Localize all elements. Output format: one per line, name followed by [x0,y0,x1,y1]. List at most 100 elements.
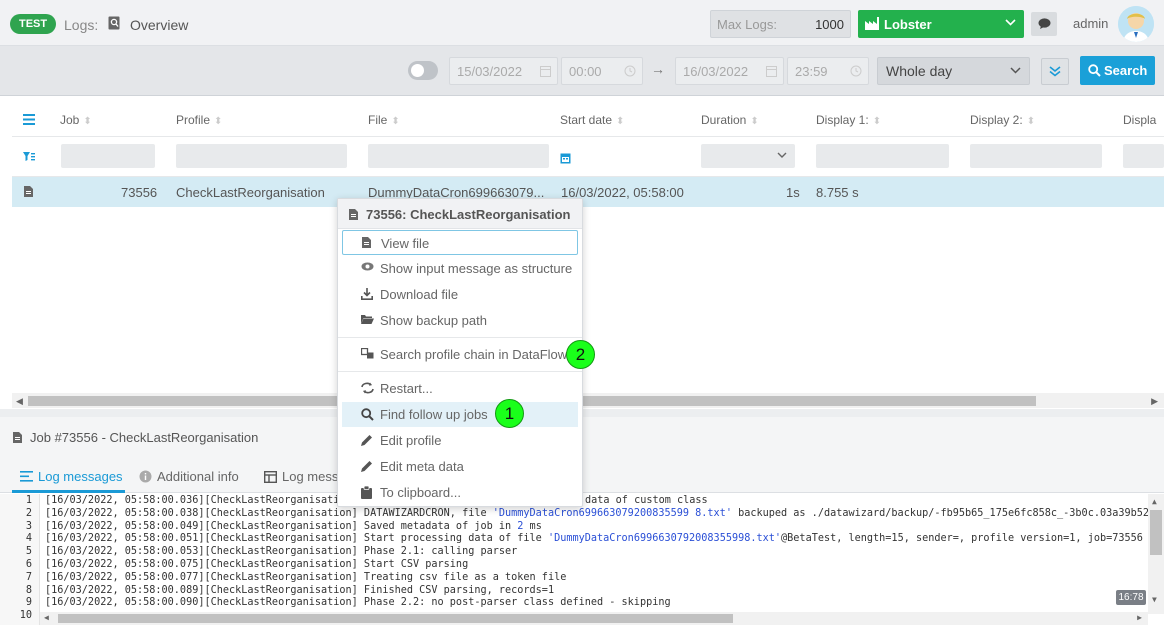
column-header-start-date[interactable]: Start date ⬍ [560,103,624,137]
menu-item-restart[interactable]: Restart... [342,376,578,401]
menu-item-find-follow-up-jobs[interactable]: Find follow up jobs [342,402,578,427]
column-label: Display 1: [816,113,869,127]
sort-icon: ⬍ [616,116,625,127]
search-document-icon [108,16,121,30]
menu-item-edit-meta-data[interactable]: Edit meta data [342,454,578,479]
table-horizontal-scrollbar[interactable]: ◀ ▶ [12,393,1164,408]
expand-filters-button[interactable] [1041,58,1069,85]
from-date-input[interactable]: 15/03/2022 [449,57,558,85]
menu-item-to-clipboard[interactable]: To clipboard... [342,480,578,505]
scroll-down-arrow-icon[interactable]: ▼ [1152,595,1157,604]
user-avatar[interactable] [1118,6,1154,42]
filter-display-3-input[interactable] [1123,144,1164,168]
calendar-icon[interactable] [560,152,571,164]
tab-log-messages[interactable]: Log messages [20,469,123,484]
download-icon [361,288,375,301]
scrollbar-thumb[interactable] [1150,510,1162,555]
column-header-display-2[interactable]: Display 2: ⬍ [970,103,1035,137]
top-header: TEST Logs: Overview Max Logs: 1000 Lobst… [0,0,1164,46]
tab-label: Log messages [38,469,123,484]
sort-icon: ⬍ [214,116,223,127]
filter-profile-input[interactable] [176,144,347,168]
column-header-display-1[interactable]: Display 1: ⬍ [816,103,881,137]
log-line: [16/03/2022, 05:58:00.038][CheckLastReor… [45,508,1149,519]
scroll-right-arrow-icon[interactable]: ▶ [1137,613,1142,622]
user-name[interactable]: admin [1073,16,1108,31]
pencil-icon [361,460,375,473]
menu-item-view-file[interactable]: View file [342,230,578,255]
column-header-file[interactable]: File ⬍ [368,103,400,137]
range-select[interactable]: Whole day [877,57,1030,85]
arrow-right-icon: → [651,61,665,77]
log-line-text: [16/03/2022, 05:58:00.036][CheckLastReor… [45,495,346,506]
calendar-icon [766,65,777,77]
log-horizontal-scrollbar[interactable]: ◀ ▶ [40,612,1148,625]
scroll-up-arrow-icon[interactable]: ▲ [1152,497,1157,506]
max-logs-value[interactable]: 1000 [815,17,844,32]
table-row[interactable]: 73556 CheckLastReorganisation DummyDataC… [12,177,1164,207]
scrollbar-thumb[interactable] [58,614,733,623]
menu-item-download-file[interactable]: Download file [342,282,578,307]
chevron-down-icon [1010,67,1021,74]
breadcrumb-logs[interactable]: Logs: [64,17,98,33]
search-button[interactable]: Search [1080,56,1155,85]
column-label: Displa [1123,113,1157,127]
menu-item-search-profile-chain[interactable]: Search profile chain in DataFlow [342,342,578,367]
tab-label: Additional info [157,469,239,484]
pencil-icon [361,434,375,447]
line-number: 5 [25,546,32,558]
column-header-display-3[interactable]: Displa [1123,103,1156,137]
menu-item-label: To clipboard... [380,485,461,500]
step-marker-2: 2 [566,340,595,369]
sort-icon: ⬍ [750,116,759,127]
chain-icon [361,348,375,361]
tab-additional-info[interactable]: Additional info [139,469,239,484]
from-time-input[interactable]: 00:00 [561,57,643,85]
cell-display-1: 8.755 s [816,185,859,200]
column-header-profile[interactable]: Profile ⬍ [176,103,222,137]
menu-item-label: Download file [380,287,459,302]
filter-display-1-input[interactable] [816,144,949,168]
to-date-input[interactable]: 16/03/2022 [675,57,784,85]
line-number: 10 [19,610,32,622]
log-line-tail: data of custom class [585,495,708,506]
scroll-left-arrow-icon[interactable]: ◀ [44,613,49,622]
list-icon [20,471,33,482]
scroll-left-arrow-icon[interactable]: ◀ [16,396,23,407]
menu-item-label: Show backup path [380,313,487,328]
to-time-input[interactable]: 23:59 [787,57,869,85]
server-name: Lobster [884,17,932,32]
filter-funnel-icon[interactable] [23,152,35,162]
log-editor[interactable]: 1 [16/03/2022, 05:58:00.036][CheckLastReo… [0,494,1164,625]
line-number: 8 [25,584,32,596]
menu-item-show-structure[interactable]: Show input message as structure [342,256,578,281]
column-header-job[interactable]: Job ⬍ [60,103,92,137]
log-line: [16/03/2022, 05:58:00.075][CheckLastReor… [45,559,468,570]
scroll-right-arrow-icon[interactable]: ▶ [1151,396,1158,407]
menu-item-label: Find follow up jobs [380,407,488,422]
context-menu-header: 73556: CheckLastReorganisation [338,199,582,229]
menu-item-show-backup-path[interactable]: Show backup path [342,308,578,333]
log-line-text: ms [523,520,542,532]
filter-display-2-input[interactable] [970,144,1102,168]
chat-bubble-icon [1038,18,1051,30]
range-value: Whole day [886,63,953,79]
log-vertical-scrollbar[interactable]: ▲ ▼ [1148,494,1164,614]
log-line-text: [16/03/2022, 05:58:00.051][CheckLastReor… [45,533,548,545]
tab-log-message-table[interactable]: Log mess [264,469,338,484]
chevron-down-icon [1005,19,1016,26]
chat-button[interactable] [1031,12,1057,36]
column-header-duration[interactable]: Duration ⬍ [701,103,759,137]
filter-duration-select[interactable] [701,144,795,168]
file-icon [349,209,358,220]
menu-item-label: Edit profile [380,433,442,448]
log-line: [16/03/2022, 05:58:00.077][CheckLastReor… [45,572,566,583]
eye-icon [361,262,375,275]
filter-job-input[interactable] [61,144,155,168]
server-select[interactable]: Lobster [858,10,1024,38]
filter-file-input[interactable] [368,144,549,168]
max-logs-field[interactable]: Max Logs: 1000 [710,10,851,38]
column-menu-icon[interactable] [23,103,35,137]
date-filter-toggle[interactable] [408,61,438,80]
menu-item-edit-profile[interactable]: Edit profile [342,428,578,453]
